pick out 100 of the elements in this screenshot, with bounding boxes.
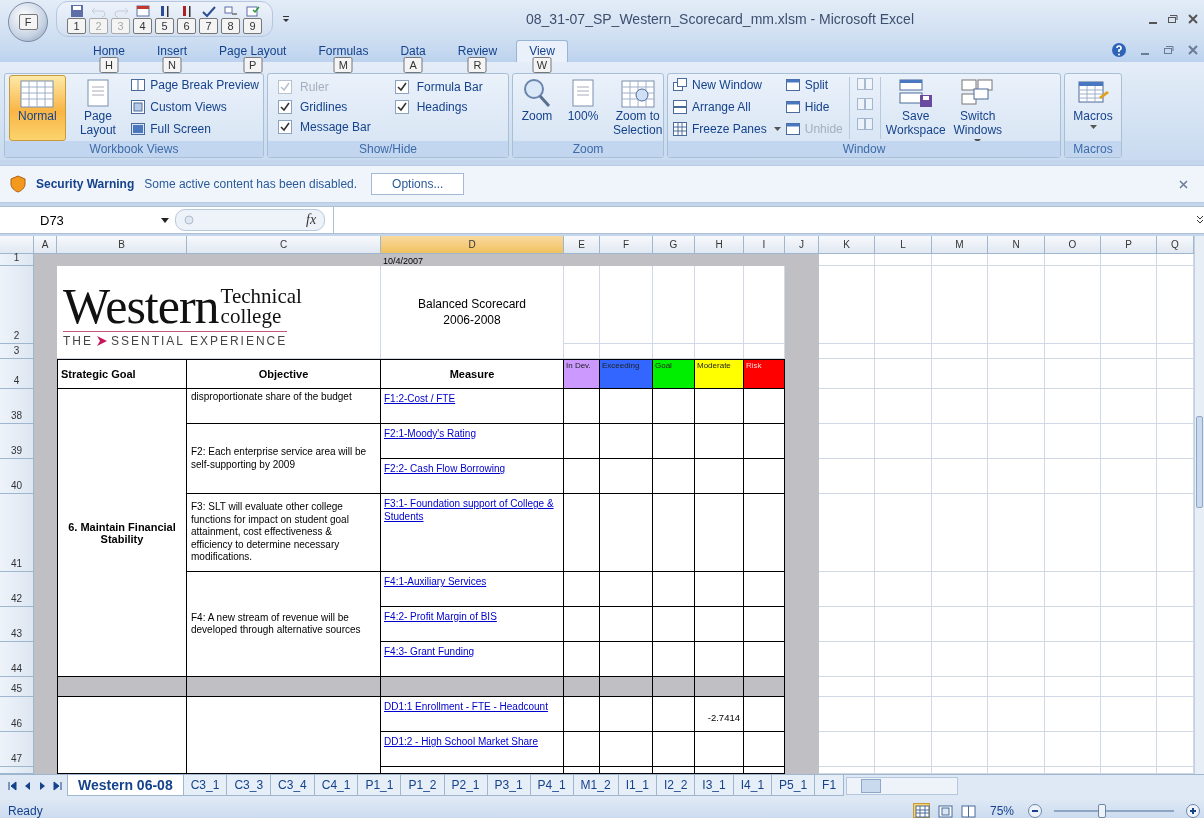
- column-header[interactable]: G: [653, 236, 695, 254]
- measure-link[interactable]: DD1:2 - High School Market Share: [384, 735, 560, 748]
- horizontal-scrollbar[interactable]: [846, 777, 959, 795]
- zoom-button[interactable]: Zoom: [517, 75, 557, 141]
- toolbar-button[interactable]: [200, 4, 217, 18]
- column-header[interactable]: N: [988, 236, 1045, 254]
- measure-link[interactable]: DD1:1 Enrollment - FTE - Headcount: [384, 700, 560, 713]
- measure-link[interactable]: F2:1-Moody's Rating: [384, 427, 560, 440]
- measure-link[interactable]: F2:2- Cash Flow Borrowing: [384, 462, 560, 475]
- column-header[interactable]: D: [381, 236, 564, 254]
- view-button[interactable]: Full Screen: [130, 119, 259, 139]
- zoom-100-button[interactable]: 100%: [561, 75, 605, 141]
- view-button[interactable]: [958, 803, 976, 818]
- restore-button[interactable]: [1163, 45, 1174, 55]
- sheet-tab[interactable]: F1: [814, 775, 845, 796]
- column-header[interactable]: K: [819, 236, 875, 254]
- row-header[interactable]: 46: [0, 697, 34, 732]
- view-button[interactable]: Custom Views: [130, 97, 259, 117]
- close-button[interactable]: [1188, 45, 1198, 55]
- measure-link[interactable]: F4:3- Grant Funding: [384, 645, 560, 658]
- measure-link[interactable]: F4:1-Auxiliary Services: [384, 575, 560, 588]
- sheet-tab[interactable]: C3_1: [182, 775, 228, 796]
- column-header[interactable]: J: [785, 236, 819, 254]
- formula-controls[interactable]: fx: [175, 209, 326, 231]
- sheet-tab[interactable]: P4_1: [529, 775, 574, 796]
- measure-link[interactable]: F1:2-Cost / FTE: [384, 392, 560, 405]
- insert-function-button[interactable]: fx: [306, 212, 317, 228]
- sheet-tab[interactable]: C4_1: [313, 775, 359, 796]
- normal-view-button[interactable]: Normal: [9, 75, 66, 141]
- zoom-slider-thumb[interactable]: [1098, 803, 1106, 818]
- row-header[interactable]: 38: [0, 389, 34, 424]
- close-button[interactable]: [1188, 14, 1198, 24]
- save-workspace-button[interactable]: Save Workspace: [886, 75, 945, 141]
- window-button[interactable]: Arrange All: [672, 97, 781, 117]
- sheet-nav-button[interactable]: [53, 781, 62, 791]
- row-header[interactable]: 41: [0, 494, 34, 572]
- sheet-tab[interactable]: I2_2: [656, 775, 696, 796]
- sheet-tab[interactable]: P5_1: [771, 775, 816, 796]
- measure-link[interactable]: F4:2- Profit Margin of BIS: [384, 610, 560, 623]
- window-button[interactable]: Hide: [784, 97, 843, 117]
- toolbar-button[interactable]: [68, 4, 85, 18]
- sheet-tab[interactable]: P3_1: [486, 775, 531, 796]
- column-header[interactable]: M: [932, 236, 988, 254]
- sheet-tab[interactable]: P1_1: [357, 775, 402, 796]
- checkbox-label[interactable]: Message Bar: [300, 120, 371, 134]
- checkbox[interactable]: [278, 100, 292, 114]
- sheet-tab[interactable]: P1_2: [400, 775, 445, 796]
- sheet-tab[interactable]: I4_1: [732, 775, 773, 796]
- sheet-tab[interactable]: C3_4: [270, 775, 315, 796]
- row-header[interactable]: 44: [0, 642, 34, 677]
- column-header[interactable]: L: [875, 236, 932, 254]
- column-header[interactable]: A: [34, 236, 57, 254]
- window-button[interactable]: Freeze Panes: [672, 119, 781, 139]
- sheet-tab[interactable]: M1_2: [572, 775, 619, 796]
- row-header[interactable]: 47: [0, 732, 34, 767]
- sheet-tab[interactable]: I1_1: [617, 775, 657, 796]
- checkbox[interactable]: [394, 80, 409, 94]
- checkbox-label[interactable]: Gridlines: [300, 100, 348, 114]
- measure-link[interactable]: F3:1- Foundation support of College & Students: [384, 497, 560, 523]
- sheet-tab[interactable]: C3_3: [226, 775, 272, 796]
- toolbar-button[interactable]: [134, 4, 151, 18]
- window-button[interactable]: New Window: [672, 75, 781, 95]
- vertical-scrollbar[interactable]: [1194, 236, 1204, 774]
- sheet-nav-button[interactable]: [23, 781, 32, 791]
- row-header[interactable]: 1: [0, 254, 34, 266]
- zoom-out-button[interactable]: [1028, 803, 1042, 818]
- column-header[interactable]: I: [744, 236, 785, 254]
- page-layout-button[interactable]: Page Layout: [69, 75, 127, 141]
- zoom-in-button[interactable]: [1186, 803, 1200, 818]
- macros-button[interactable]: Macros: [1069, 75, 1117, 141]
- sheet-tab[interactable]: I3_1: [694, 775, 734, 796]
- ribbon-tab[interactable]: View: [516, 40, 568, 62]
- row-header[interactable]: 45: [0, 677, 34, 697]
- restore-button[interactable]: [1167, 14, 1178, 24]
- column-header[interactable]: B: [57, 236, 187, 254]
- view-button[interactable]: [912, 803, 930, 818]
- checkbox-label[interactable]: Headings: [416, 100, 468, 114]
- row-header[interactable]: 39: [0, 424, 34, 459]
- row-header[interactable]: 43: [0, 607, 34, 642]
- row-header[interactable]: 4: [0, 359, 34, 389]
- sheet-nav-button[interactable]: [38, 781, 47, 791]
- column-header[interactable]: H: [695, 236, 744, 254]
- switch-windows-button[interactable]: Switch Windows: [948, 75, 1007, 141]
- view-button[interactable]: Page Break Preview: [130, 75, 259, 95]
- office-button[interactable]: F: [8, 2, 48, 42]
- checkbox-label[interactable]: Formula Bar: [416, 80, 483, 94]
- column-header[interactable]: C: [187, 236, 381, 254]
- sheet-nav-button[interactable]: [8, 781, 17, 791]
- view-button[interactable]: [935, 803, 953, 818]
- row-header[interactable]: 2: [0, 266, 34, 344]
- options-button[interactable]: Options...: [371, 173, 465, 195]
- window-button[interactable]: Split: [784, 75, 843, 95]
- checkbox[interactable]: [394, 100, 409, 114]
- column-header[interactable]: P: [1101, 236, 1157, 254]
- row-header[interactable]: 40: [0, 459, 34, 494]
- column-header[interactable]: E: [564, 236, 600, 254]
- column-header[interactable]: Q: [1157, 236, 1194, 254]
- row-header[interactable]: 3: [0, 344, 34, 359]
- row-header[interactable]: 42: [0, 572, 34, 607]
- checkbox[interactable]: [278, 120, 292, 134]
